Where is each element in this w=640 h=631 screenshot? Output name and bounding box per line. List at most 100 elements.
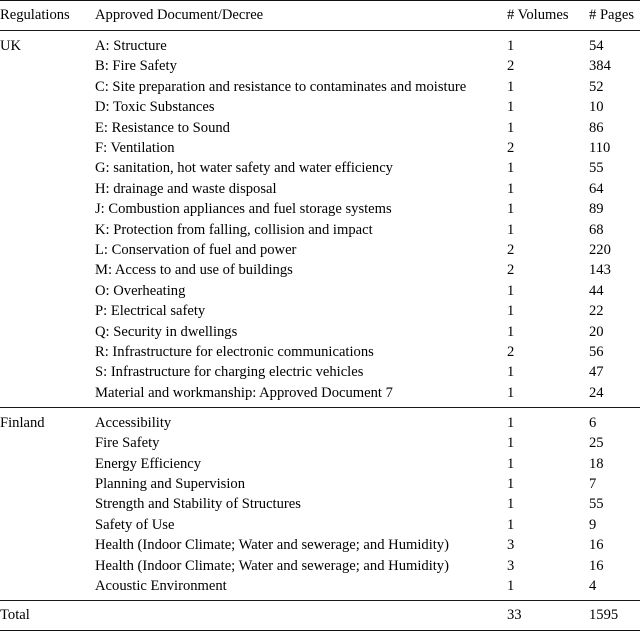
cell-document: D: Toxic Substances [95,99,215,116]
group-label-blank [0,77,95,97]
cell-pages: 384 [589,58,611,75]
total-pages: 1595 [589,607,619,624]
cell-volumes: 2 [507,58,515,75]
cell-volumes: 1 [507,364,515,381]
group-label-blank [0,322,95,342]
cell-pages: 9 [589,516,597,533]
cell-pages: 68 [589,221,604,238]
cell-document: Planning and Supervision [95,475,245,492]
cell-pages: 110 [589,139,611,156]
cell-document: G: sanitation, hot water safety and wate… [95,160,393,177]
cell-document: Accessibility [95,414,172,431]
cell-document: A: Structure [95,37,167,54]
group-label-blank [0,362,95,382]
group-label: Finland [0,414,45,431]
regulations-table-container: Regulations Approved Document/Decree # V… [0,0,640,631]
cell-document: E: Resistance to Sound [95,119,230,136]
table-row: Finland Accessibility 1 6 [0,408,640,433]
group-label-blank [0,240,95,260]
cell-volumes: 1 [507,180,515,197]
cell-volumes: 1 [507,78,515,95]
cell-pages: 20 [589,323,604,340]
cell-volumes: 1 [507,323,515,340]
group-label-blank [0,515,95,535]
table-row: Energy Efficiency 1 18 [0,454,640,474]
cell-volumes: 1 [507,384,515,401]
cell-pages: 143 [589,262,611,279]
table-row: E: Resistance to Sound 1 86 [0,118,640,138]
cell-document: Material and workmanship: Approved Docum… [95,384,393,401]
table-row: C: Site preparation and resistance to co… [0,77,640,97]
cell-volumes: 1 [507,303,515,320]
cell-document: Energy Efficiency [95,455,202,472]
cell-document: H: drainage and waste disposal [95,180,277,197]
table-row: Material and workmanship: Approved Docum… [0,383,640,408]
table-row: O: Overheating 1 44 [0,281,640,301]
cell-volumes: 1 [507,119,515,136]
cell-volumes: 1 [507,435,515,452]
table-row: Planning and Supervision 1 7 [0,474,640,494]
cell-document: P: Electrical safety [95,303,206,320]
cell-document: Fire Safety [95,435,160,452]
cell-document: Acoustic Environment [95,577,227,594]
table-row: P: Electrical safety 1 22 [0,301,640,321]
cell-volumes: 1 [507,37,515,54]
cell-document: Health (Indoor Climate; Water and sewera… [95,537,449,554]
table-header-row: Regulations Approved Document/Decree # V… [0,1,640,31]
table-row: B: Fire Safety 2 384 [0,56,640,76]
cell-pages: 55 [589,496,604,513]
total-label: Total [0,607,30,624]
cell-pages: 56 [589,344,604,360]
table-row: L: Conservation of fuel and power 2 220 [0,240,640,260]
group-label-blank [0,179,95,199]
cell-pages: 86 [589,119,604,136]
cell-document: S: Infrastructure for charging electric … [95,364,364,381]
table-row: M: Access to and use of buildings 2 143 [0,260,640,280]
group-label-blank [0,301,95,321]
group-label-blank [0,342,95,362]
cell-volumes: 1 [507,496,515,513]
cell-volumes: 2 [507,241,515,258]
cell-volumes: 1 [507,201,515,218]
group-label-blank [0,535,95,555]
group-label: UK [0,37,22,54]
table-row: K: Protection from falling, collision an… [0,220,640,240]
group-label-blank [0,158,95,178]
cell-pages: 52 [589,78,604,95]
table-row: S: Infrastructure for charging electric … [0,362,640,382]
group-label-blank [0,220,95,240]
approved-documents-table: Regulations Approved Document/Decree # V… [0,0,640,631]
column-header-volumes: # Volumes [507,7,569,23]
total-row: Total 33 1595 [0,601,640,630]
cell-pages: 6 [589,414,597,431]
cell-pages: 89 [589,201,604,218]
table-row: Acoustic Environment 1 4 [0,576,640,601]
table-row: Q: Security in dwellings 1 20 [0,322,640,342]
cell-pages: 4 [589,577,597,594]
cell-pages: 24 [589,384,604,401]
table-row: D: Toxic Substances 1 10 [0,97,640,117]
cell-document: Q: Security in dwellings [95,323,238,340]
cell-volumes: 1 [507,516,515,533]
cell-volumes: 1 [507,577,515,594]
group-label-blank [0,118,95,138]
group-label-blank [0,281,95,301]
table-row: Fire Safety 1 25 [0,433,640,453]
table-row: R: Infrastructure for electronic communi… [0,342,640,362]
cell-document: L: Conservation of fuel and power [95,241,297,258]
cell-volumes: 1 [507,282,515,299]
cell-document: O: Overheating [95,282,186,299]
cell-volumes: 2 [507,262,515,279]
cell-volumes: 1 [507,475,515,492]
cell-volumes: 2 [507,344,515,360]
cell-volumes: 1 [507,221,515,238]
cell-pages: 18 [589,455,604,472]
cell-volumes: 2 [507,139,515,156]
table-row: G: sanitation, hot water safety and wate… [0,158,640,178]
group-label-blank [0,576,95,601]
table-row: Safety of Use 1 9 [0,515,640,535]
table-row: J: Combustion appliances and fuel storag… [0,199,640,219]
cell-pages: 47 [589,364,604,381]
group-label-blank [0,454,95,474]
cell-volumes: 1 [507,455,515,472]
